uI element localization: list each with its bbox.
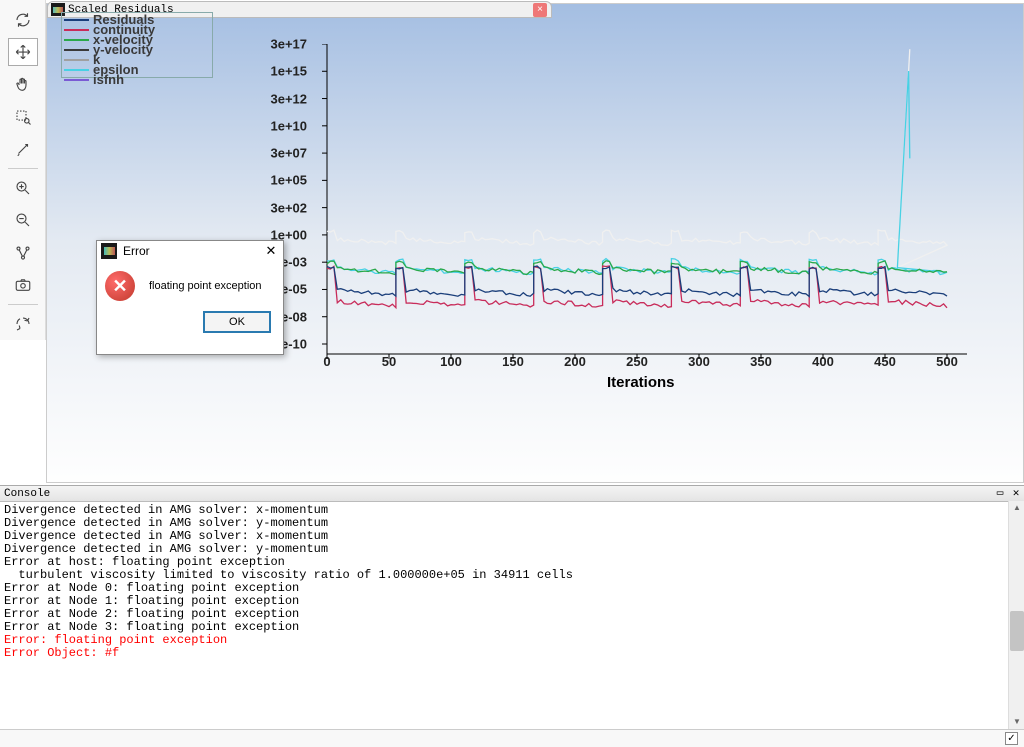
console-line: Error Object: #f [4, 647, 1020, 660]
console-panel: Console ▭ ✕ Divergence detected in AMG s… [0, 485, 1024, 747]
toolbar-divider [8, 304, 38, 305]
camera-tool[interactable] [8, 271, 38, 299]
chart-canvas [247, 44, 967, 364]
dialog-message: floating point exception [149, 280, 262, 292]
console-undock-icon[interactable]: ▭ [992, 486, 1008, 500]
toolbar-divider [8, 168, 38, 169]
legend-swatch [64, 39, 89, 41]
console-close-icon[interactable]: ✕ [1008, 486, 1024, 500]
legend-swatch [64, 59, 89, 61]
legend-swatch [64, 49, 89, 51]
close-icon[interactable]: ✕ [263, 243, 279, 259]
error-dialog: Error ✕ ✕ floating point exception OK [96, 240, 284, 355]
refresh-tool[interactable] [8, 6, 38, 34]
legend-swatch [64, 79, 89, 81]
zoom-select-tool[interactable] [8, 103, 38, 131]
x-axis-title: Iterations [607, 374, 675, 391]
legend-swatch [64, 69, 89, 71]
zoom-in-tool[interactable] [8, 174, 38, 202]
dialog-titlebar[interactable]: Error ✕ [97, 241, 283, 261]
dialog-app-icon [101, 243, 117, 259]
dialog-title-text: Error [123, 244, 150, 258]
error-icon: ✕ [105, 271, 135, 301]
pick-tool[interactable] [8, 135, 38, 163]
status-bar: ✓ [0, 729, 1024, 747]
branch-tool[interactable] [8, 238, 38, 266]
tab-close-icon[interactable]: × [533, 3, 547, 17]
legend-swatch [64, 19, 89, 21]
legend-swatch [64, 29, 89, 31]
move-tool[interactable] [8, 38, 38, 66]
rotate-view-tool[interactable] [8, 310, 38, 338]
ok-button[interactable]: OK [203, 311, 271, 333]
status-checkbox[interactable]: ✓ [1005, 732, 1018, 745]
scroll-down-icon[interactable]: ▼ [1010, 715, 1024, 729]
legend-label: y-velocity [93, 45, 153, 55]
zoom-out-tool[interactable] [8, 206, 38, 234]
console-scrollbar[interactable]: ▲ ▼ [1008, 501, 1024, 729]
console-title: Console [4, 488, 50, 500]
main-area: Scaled Residuals × Residualscontinuityx-… [0, 0, 1024, 485]
legend-item: epsilon [64, 65, 210, 75]
console-output[interactable]: Divergence detected in AMG solver: x-mom… [0, 502, 1024, 730]
left-toolbar [0, 0, 46, 340]
console-line: Error: floating point exception [4, 634, 1020, 647]
legend-label: isfnh [93, 75, 124, 85]
scroll-thumb[interactable] [1010, 611, 1024, 651]
scroll-up-icon[interactable]: ▲ [1010, 501, 1024, 515]
pan-tool[interactable] [8, 70, 38, 98]
console-header[interactable]: Console ▭ ✕ [0, 486, 1024, 502]
legend-item: y-velocity [64, 45, 210, 55]
legend: Residualscontinuityx-velocityy-velocityk… [61, 12, 213, 78]
